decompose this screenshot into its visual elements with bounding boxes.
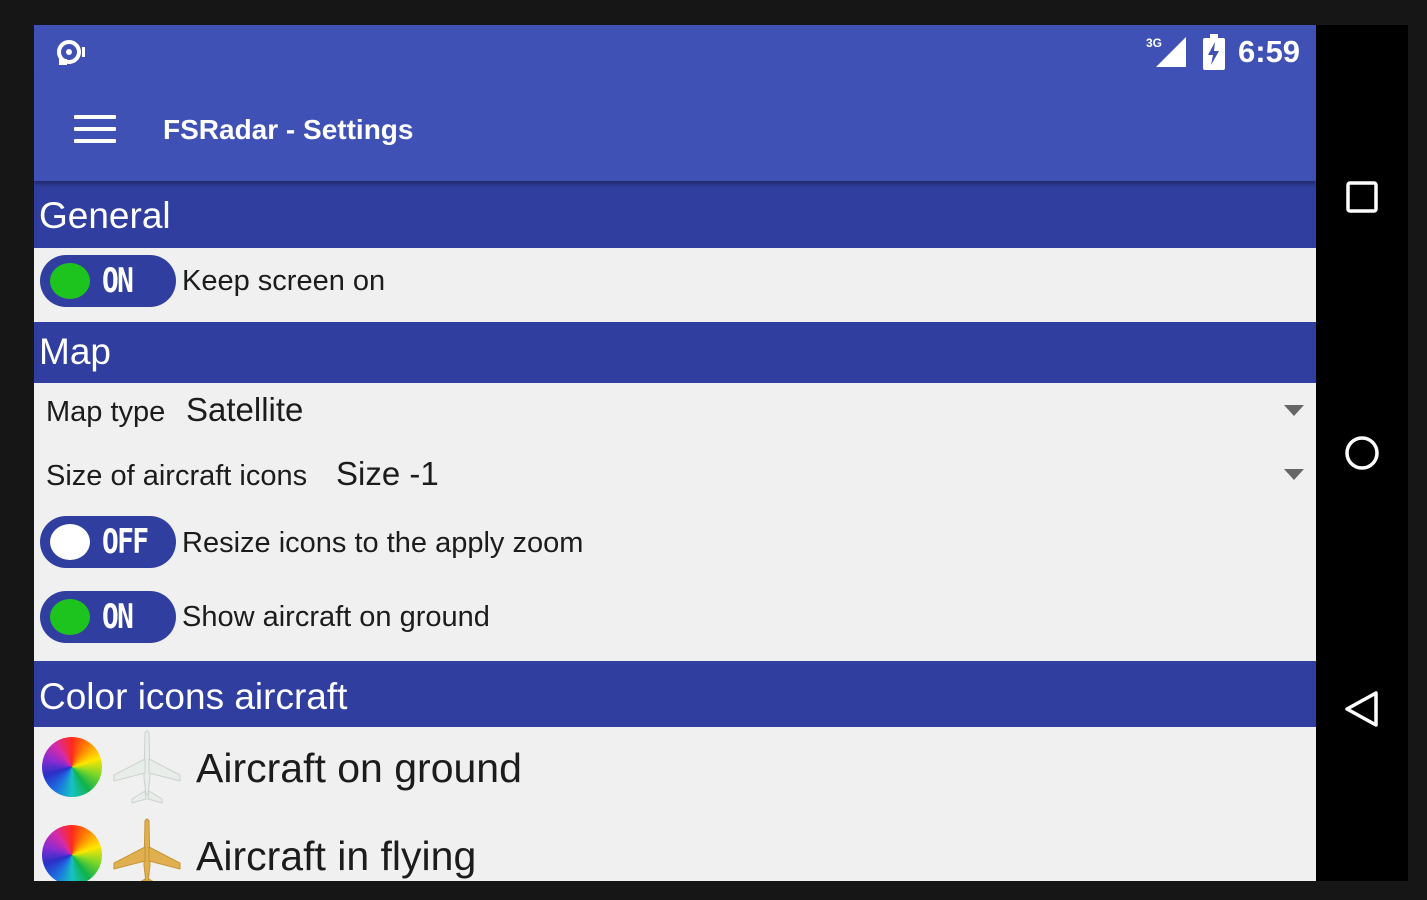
triangle-back-icon[interactable] (1342, 689, 1382, 729)
device-frame: 3G 6:59 FSRadar - Settings General ON Ke… (0, 0, 1427, 900)
toggle-state-text: ON (102, 261, 134, 301)
app-screen: 3G 6:59 FSRadar - Settings General ON Ke… (34, 25, 1316, 881)
circle-home-icon[interactable] (1342, 433, 1382, 473)
hamburger-menu-icon[interactable] (74, 115, 116, 145)
resize-icons-label: Resize icons to the apply zoom (182, 527, 584, 559)
square-recents-icon[interactable] (1342, 177, 1382, 217)
keep-screen-on-label: Keep screen on (182, 265, 386, 297)
icon-size-value: Size -1 (336, 455, 439, 492)
icon-size-label: Size of aircraft icons (46, 460, 308, 492)
show-on-ground-toggle[interactable]: ON (40, 591, 176, 643)
status-clock: 6:59 (1238, 34, 1301, 69)
aircraft-in-flight-icon (113, 818, 181, 881)
toggle-state-text: ON (102, 597, 134, 637)
toggle-knob (50, 263, 90, 299)
chevron-down-icon (1284, 405, 1304, 416)
chevron-down-icon (1284, 469, 1304, 480)
keep-screen-on-toggle[interactable]: ON (40, 255, 176, 307)
color-row-in-flight: Aircraft in flying (34, 815, 1316, 881)
toggle-state-text: OFF (102, 522, 149, 562)
toolbar-title: FSRadar - Settings (163, 114, 414, 145)
app-toolbar: FSRadar - Settings (34, 79, 1316, 181)
aircraft-on-ground-label: Aircraft on ground (196, 745, 522, 791)
map-type-label: Map type (46, 396, 166, 428)
section-header-color-icons: Color icons aircraft (34, 661, 1316, 727)
color-wheel-icon[interactable] (42, 825, 102, 881)
section-header-general: General (34, 181, 1316, 248)
toggle-knob (50, 524, 90, 560)
toggle-knob (50, 599, 90, 635)
resize-icons-toggle[interactable]: OFF (40, 516, 176, 568)
show-on-ground-label: Show aircraft on ground (182, 601, 490, 633)
color-wheel-icon[interactable] (42, 737, 102, 797)
aircraft-in-flight-label: Aircraft in flying (196, 833, 477, 879)
color-row-on-ground: Aircraft on ground (34, 727, 1316, 811)
notification-icon (57, 40, 85, 65)
icon-size-spinner[interactable]: Size of aircraft icons Size -1 (34, 449, 1316, 505)
map-type-value: Satellite (186, 391, 304, 428)
aircraft-on-ground-icon (113, 730, 181, 804)
signal-icon: 3G (1146, 36, 1186, 67)
map-type-spinner[interactable]: Map type Satellite (34, 385, 1316, 441)
status-bar: 3G 6:59 (34, 25, 1316, 79)
system-nav-bar (1316, 25, 1408, 881)
battery-charging-icon (1203, 34, 1225, 70)
section-header-map: Map (34, 322, 1316, 383)
network-badge: 3G (1146, 36, 1162, 50)
